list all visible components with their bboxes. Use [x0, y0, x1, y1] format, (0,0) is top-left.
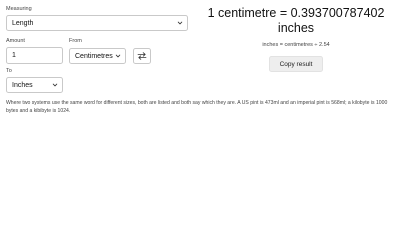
from-select[interactable]: Centimetres: [69, 48, 126, 64]
measuring-select[interactable]: Length: [6, 15, 188, 31]
copy-result-button[interactable]: Copy result: [269, 56, 323, 72]
measuring-label: Measuring: [6, 6, 32, 12]
from-select-value: Centimetres: [75, 53, 113, 60]
units-note: Where two systems use the same word for …: [6, 100, 388, 114]
amount-label: Amount: [6, 38, 25, 44]
to-select[interactable]: Inches: [6, 77, 63, 93]
swap-arrows-icon: [137, 52, 147, 60]
to-label: To: [6, 68, 12, 74]
amount-input-value: 1: [12, 52, 16, 59]
to-select-value: Inches: [12, 82, 33, 89]
from-label: From: [69, 38, 82, 44]
conversion-formula: inches = centimetres ÷ 2.54: [262, 42, 330, 48]
measuring-select-value: Length: [12, 20, 34, 27]
swap-units-button[interactable]: [133, 48, 151, 64]
chevron-down-icon: [52, 83, 58, 87]
amount-input[interactable]: 1: [6, 47, 63, 64]
chevron-down-icon: [177, 21, 183, 25]
conversion-result: 1 centimetre = 0.393700787402 inches: [207, 6, 385, 35]
chevron-down-icon: [115, 54, 121, 58]
